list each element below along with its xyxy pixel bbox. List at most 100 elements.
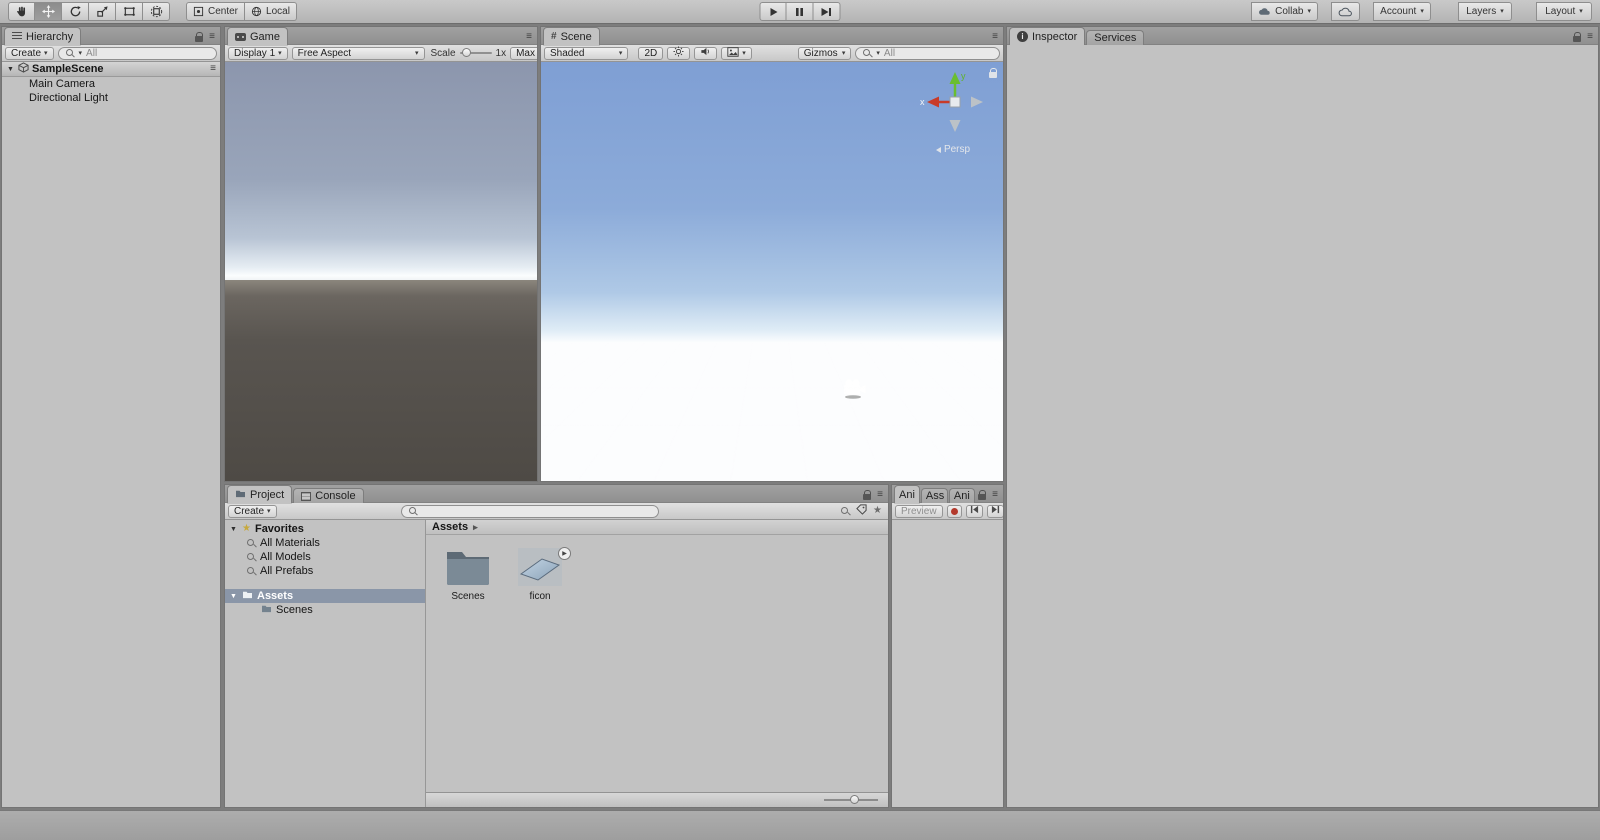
pause-button[interactable] (786, 2, 814, 21)
transform-tool-button[interactable] (143, 2, 170, 21)
search-by-type-icon[interactable] (841, 506, 850, 516)
search-query-icon (247, 566, 256, 576)
project-create-button[interactable]: Create ▾ (228, 504, 277, 518)
collab-dropdown[interactable]: Collab ▾ (1251, 2, 1318, 21)
dock-tabbar: Ani Ass Ani ≡ (892, 485, 1003, 503)
project-search-input[interactable] (400, 504, 659, 518)
account-dropdown[interactable]: Account ▾ (1373, 2, 1431, 21)
aspect-label: Free Aspect (297, 47, 352, 59)
tree-row-favorites[interactable]: ▼ ★ Favorites (225, 522, 425, 536)
layers-dropdown[interactable]: Layers ▾ (1458, 2, 1512, 21)
tab-game[interactable]: Game (227, 27, 288, 45)
panel-menu-icon[interactable]: ≡ (877, 490, 883, 500)
scene-lighting-toggle[interactable] (667, 46, 691, 60)
tab-services[interactable]: Services (1086, 30, 1145, 45)
scene-viewport[interactable]: y x Persp (541, 62, 1003, 481)
gizmo-center-cube (949, 96, 961, 108)
image-icon (727, 46, 739, 60)
tree-row-all-prefabs[interactable]: All Prefabs (225, 564, 425, 578)
rotate-tool-button[interactable] (62, 2, 89, 21)
thumbnail-size-knob[interactable] (850, 795, 859, 804)
thumbnail-size-slider[interactable] (824, 795, 878, 804)
lock-icon[interactable] (1572, 32, 1582, 42)
cloud-button[interactable] (1331, 2, 1360, 21)
folder-icon (447, 552, 489, 585)
hierarchy-item-directional-light[interactable]: Directional Light (2, 91, 220, 105)
gizmos-label: Gizmos (803, 47, 838, 59)
tab-scene[interactable]: # Scene (543, 27, 600, 45)
foldout-open-icon[interactable]: ▼ (6, 66, 15, 73)
hierarchy-search-input[interactable]: ▾ All (57, 46, 217, 60)
unity-scene-icon (18, 62, 29, 76)
move-tool-button[interactable] (35, 2, 62, 21)
toggle-2d-button[interactable]: 2D (638, 46, 664, 60)
last-key-button[interactable] (986, 504, 1003, 518)
tab-label: Ass (925, 490, 945, 502)
tab-console[interactable]: Console (293, 488, 364, 503)
panel-menu-icon[interactable]: ≡ (209, 32, 215, 42)
tab-project[interactable]: Project (227, 485, 293, 503)
shading-mode-dropdown[interactable]: Shaded ▾ (544, 46, 629, 60)
scene-search-input[interactable]: ▾ All (855, 46, 1000, 60)
main-camera-gizmo[interactable] (841, 378, 867, 402)
lock-icon[interactable] (862, 490, 872, 500)
scale-slider[interactable] (459, 48, 492, 57)
tab-animator[interactable]: Ani (948, 488, 975, 503)
orientation-gizmo[interactable]: y x (919, 66, 991, 141)
preview-button[interactable]: Preview (895, 504, 943, 518)
rect-tool-button[interactable] (116, 2, 143, 21)
layout-dropdown[interactable]: Layout ▾ (1536, 2, 1592, 21)
step-button[interactable] (813, 2, 841, 21)
space-toggle-button[interactable]: Local (245, 2, 297, 21)
record-button[interactable] (946, 504, 962, 518)
favorites-star-icon: ★ (242, 523, 251, 534)
hierarchy-item-main-camera[interactable]: Main Camera (2, 77, 220, 91)
saved-search-star-icon[interactable]: ★ (873, 506, 882, 516)
panel-menu-icon[interactable]: ≡ (992, 490, 998, 500)
cloud-icon (1338, 7, 1353, 17)
persp-label: Persp (943, 144, 971, 155)
lock-icon[interactable] (977, 490, 987, 500)
maximize-on-play-button[interactable]: Max (510, 46, 537, 60)
aspect-dropdown[interactable]: Free Aspect ▾ (291, 46, 425, 60)
tab-inspector[interactable]: Inspector (1009, 27, 1086, 45)
scene-effects-dropdown[interactable]: ▾ (721, 46, 752, 60)
gizmos-dropdown[interactable]: Gizmos ▾ (797, 46, 852, 60)
tab-asset-store[interactable]: Ass (920, 488, 948, 503)
panel-menu-icon[interactable]: ≡ (1587, 32, 1593, 42)
hierarchy-scene-row[interactable]: ▼ SampleScene ≡ (2, 62, 220, 77)
search-by-label-icon[interactable] (856, 504, 867, 518)
scene-audio-toggle[interactable] (694, 46, 718, 60)
scene-lock-icon[interactable] (988, 68, 997, 78)
first-key-button[interactable] (965, 504, 983, 518)
pivot-toggle-button[interactable]: Center (186, 2, 246, 21)
play-button[interactable] (759, 2, 787, 21)
tab-hierarchy[interactable]: Hierarchy (4, 27, 82, 45)
display-dropdown[interactable]: Display 1 ▾ (228, 46, 288, 60)
panel-menu-icon[interactable]: ≡ (992, 32, 998, 42)
tree-row-all-models[interactable]: All Models (225, 550, 425, 564)
assets-grid[interactable]: Scenes ▶ ficon (426, 535, 888, 792)
inspector-tabbar: Inspector Services ≡ (1007, 27, 1598, 45)
scale-tool-button[interactable] (89, 2, 116, 21)
foldout-open-icon[interactable]: ▼ (229, 593, 238, 600)
breadcrumb[interactable]: Assets ▸ (426, 520, 888, 535)
asset-item-ficon[interactable]: ▶ ficon (512, 547, 571, 602)
hierarchy-create-button[interactable]: Create ▾ (5, 46, 54, 60)
tree-row-assets[interactable]: ▼ Assets (225, 589, 425, 603)
game-viewport[interactable] (225, 62, 537, 481)
hand-tool-button[interactable] (8, 2, 35, 21)
asset-expand-badge[interactable]: ▶ (558, 547, 571, 560)
panel-menu-icon[interactable]: ≡ (526, 32, 532, 42)
tree-row-scenes[interactable]: Scenes (225, 603, 425, 617)
lock-icon[interactable] (194, 32, 204, 42)
tab-animation[interactable]: Ani (894, 485, 920, 503)
foldout-open-icon[interactable]: ▼ (229, 526, 238, 533)
tab-project-label: Project (250, 488, 285, 501)
tree-row-all-materials[interactable]: All Materials (225, 536, 425, 550)
scene-context-menu-icon[interactable]: ≡ (210, 64, 216, 74)
projection-mode-button[interactable]: Persp (917, 144, 989, 155)
scale-slider-knob[interactable] (461, 48, 471, 57)
breadcrumb-arrow-icon: ▸ (473, 521, 478, 532)
asset-item-scenes[interactable]: Scenes (440, 547, 496, 602)
